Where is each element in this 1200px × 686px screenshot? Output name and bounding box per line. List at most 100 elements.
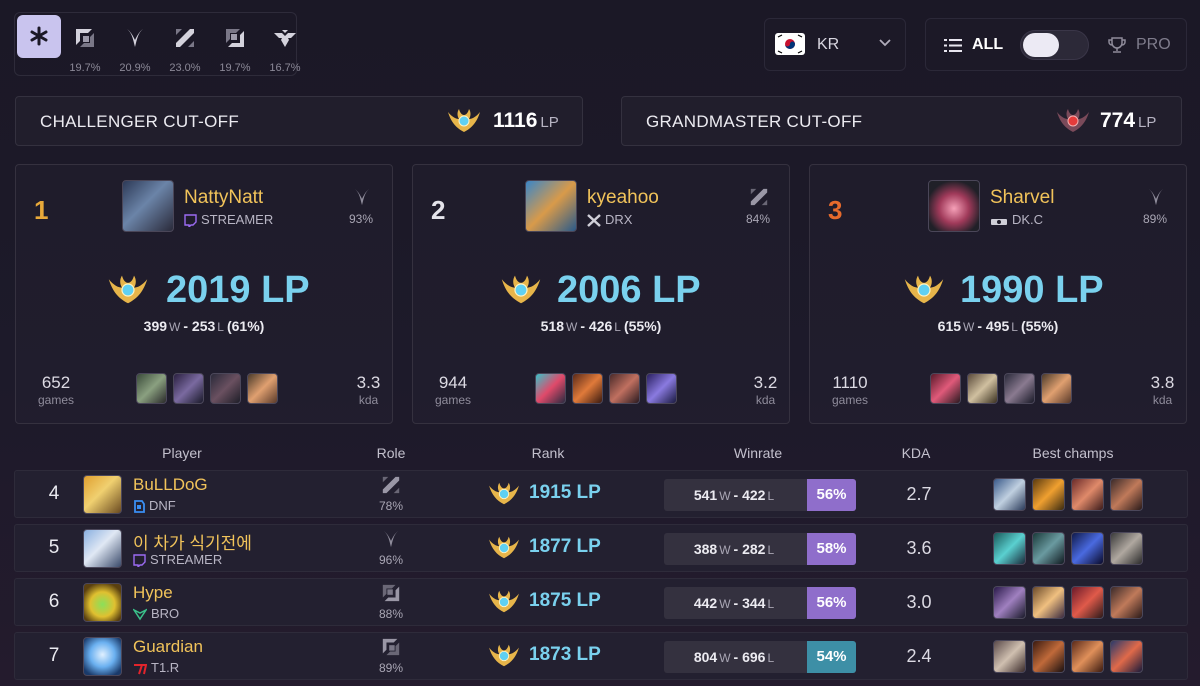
champion-icon[interactable] bbox=[173, 373, 204, 404]
twitch-icon bbox=[133, 554, 146, 567]
column-header-player[interactable]: Player bbox=[142, 445, 222, 461]
champion-icon[interactable] bbox=[1071, 478, 1104, 511]
column-header-role[interactable]: Role bbox=[361, 445, 421, 461]
role-pct: 89% bbox=[1142, 212, 1168, 226]
dnf-logo-icon bbox=[134, 500, 145, 513]
role-pct: 96% bbox=[378, 553, 404, 567]
champion-icon[interactable] bbox=[646, 373, 677, 404]
bot-lane-icon bbox=[226, 29, 244, 47]
champion-icon[interactable] bbox=[993, 640, 1026, 673]
games-stat: 1110 games bbox=[831, 373, 869, 407]
champion-icon[interactable] bbox=[1032, 478, 1065, 511]
column-header-winrate[interactable]: Winrate bbox=[718, 445, 798, 461]
column-header-best-champs[interactable]: Best champs bbox=[1013, 445, 1133, 461]
champion-icon[interactable] bbox=[1032, 532, 1065, 565]
champion-icon[interactable] bbox=[572, 373, 603, 404]
champion-icon[interactable] bbox=[993, 586, 1026, 619]
table-row[interactable]: 5 이 차가 식기전에 STREAMER 96% 1877 LP 388 W - 2… bbox=[14, 524, 1188, 572]
player-lp: 1877 LP bbox=[529, 536, 601, 557]
table-row[interactable]: 7 Guardian T1.R 89% 1873 LP 804 W - 696 L 5… bbox=[14, 632, 1188, 680]
champion-icon[interactable] bbox=[993, 478, 1026, 511]
top-player-card-3[interactable]: 3 Sharvel DK.C 89% 1990 LP 615 W - 495 L (55… bbox=[809, 164, 1187, 424]
all-roles-icon bbox=[30, 26, 48, 46]
champion-icon[interactable] bbox=[136, 373, 167, 404]
champion-icon[interactable] bbox=[1041, 373, 1072, 404]
champion-icon[interactable] bbox=[1071, 586, 1104, 619]
list-icon bbox=[944, 39, 962, 52]
champion-icon[interactable] bbox=[1032, 586, 1065, 619]
role-filter-jungle[interactable]: 20.9% bbox=[113, 17, 157, 75]
champion-icon[interactable] bbox=[1071, 640, 1104, 673]
role-filter-top[interactable]: 19.7% bbox=[63, 17, 107, 75]
table-row[interactable]: 6 Hype BRO 88% 1875 LP 442 W - 344 L 56% 3.… bbox=[14, 578, 1188, 626]
player-name[interactable]: kyeahoo bbox=[587, 187, 659, 209]
best-champs bbox=[993, 478, 1143, 511]
avatar bbox=[122, 180, 174, 232]
mid-lane-icon bbox=[176, 29, 194, 47]
player-name[interactable]: 이 차가 식기전에 bbox=[133, 529, 252, 554]
player-lp: 2006 LP bbox=[557, 269, 701, 311]
winrate-badge: 56% bbox=[807, 479, 856, 511]
region-label: KR bbox=[817, 36, 840, 53]
games-stat: 652 games bbox=[37, 373, 75, 407]
top-player-card-2[interactable]: 2 kyeahoo DRX 84% 2006 LP 518 W - 426 L (55%… bbox=[412, 164, 790, 424]
korea-flag-icon bbox=[775, 33, 805, 55]
win-loss: 518 W - 426 L (55%) bbox=[540, 318, 662, 334]
table-row[interactable]: 4 BuLLDoG DNF 78% 1915 LP 541 W - 422 L 56%… bbox=[14, 470, 1188, 518]
player-name[interactable]: BuLLDoG bbox=[133, 475, 208, 495]
champion-icon[interactable] bbox=[247, 373, 278, 404]
role-filter-bot[interactable]: 19.7% bbox=[213, 17, 257, 75]
column-header-kda[interactable]: KDA bbox=[886, 445, 946, 461]
champion-icon[interactable] bbox=[930, 373, 961, 404]
row-rank: 6 bbox=[48, 591, 60, 612]
all-pro-toggle[interactable] bbox=[1020, 30, 1089, 60]
role-pct: 78% bbox=[378, 499, 404, 513]
champion-icon[interactable] bbox=[1004, 373, 1035, 404]
champion-icon[interactable] bbox=[535, 373, 566, 404]
role-filter-all[interactable] bbox=[17, 15, 61, 58]
best-champs bbox=[993, 532, 1143, 565]
role-pct: 88% bbox=[378, 607, 404, 621]
winrate-bar: 804 W - 696 L 54% bbox=[664, 641, 856, 673]
mid-lane-icon bbox=[382, 476, 400, 494]
bro-logo-icon bbox=[133, 608, 147, 621]
column-header-rank[interactable]: Rank bbox=[518, 445, 578, 461]
player-team: STREAMER bbox=[184, 212, 273, 227]
top-player-card-1[interactable]: 1 NattyNatt STREAMER 93% 2019 LP 399 W - 2… bbox=[15, 164, 393, 424]
kda-value: 3.0 bbox=[906, 592, 932, 612]
mode-pro-label[interactable]: PRO bbox=[1136, 36, 1171, 54]
champion-icon[interactable] bbox=[993, 532, 1026, 565]
champion-icon[interactable] bbox=[1110, 640, 1143, 673]
player-name[interactable]: Guardian bbox=[133, 637, 203, 657]
role-pct: 84% bbox=[745, 212, 771, 226]
player-team: DRX bbox=[587, 212, 632, 227]
player-team: BRO bbox=[133, 606, 179, 621]
champion-icon[interactable] bbox=[1032, 640, 1065, 673]
avatar bbox=[83, 529, 122, 568]
row-rank: 4 bbox=[48, 483, 60, 504]
player-name[interactable]: Hype bbox=[133, 583, 173, 603]
mid-lane-icon bbox=[750, 188, 768, 206]
champion-icon[interactable] bbox=[1110, 478, 1143, 511]
win-loss: 388 W - 282 L bbox=[693, 541, 775, 557]
avatar bbox=[525, 180, 577, 232]
champion-icon[interactable] bbox=[967, 373, 998, 404]
player-team: DK.C bbox=[990, 212, 1043, 227]
champion-icon[interactable] bbox=[1071, 532, 1104, 565]
champion-icon[interactable] bbox=[609, 373, 640, 404]
challenger-emblem-icon bbox=[489, 644, 519, 667]
player-name[interactable]: NattyNatt bbox=[184, 187, 263, 209]
mode-all-label[interactable]: ALL bbox=[972, 36, 1003, 54]
champion-icon[interactable] bbox=[210, 373, 241, 404]
champion-icon[interactable] bbox=[1110, 586, 1143, 619]
role-filter-support[interactable]: 16.7% bbox=[263, 17, 307, 75]
player-name[interactable]: Sharvel bbox=[990, 187, 1054, 209]
player-lp: 2019 LP bbox=[166, 269, 310, 311]
kda-value: 2.7 bbox=[906, 484, 932, 504]
role-filter-mid[interactable]: 23.0% bbox=[163, 17, 207, 75]
support-icon bbox=[274, 30, 296, 47]
grandmaster-cutoff-label: GRANDMASTER CUT-OFF bbox=[646, 112, 863, 131]
champion-icon[interactable] bbox=[1110, 532, 1143, 565]
region-selector[interactable]: KR bbox=[764, 18, 906, 71]
jungle-icon bbox=[354, 188, 370, 206]
